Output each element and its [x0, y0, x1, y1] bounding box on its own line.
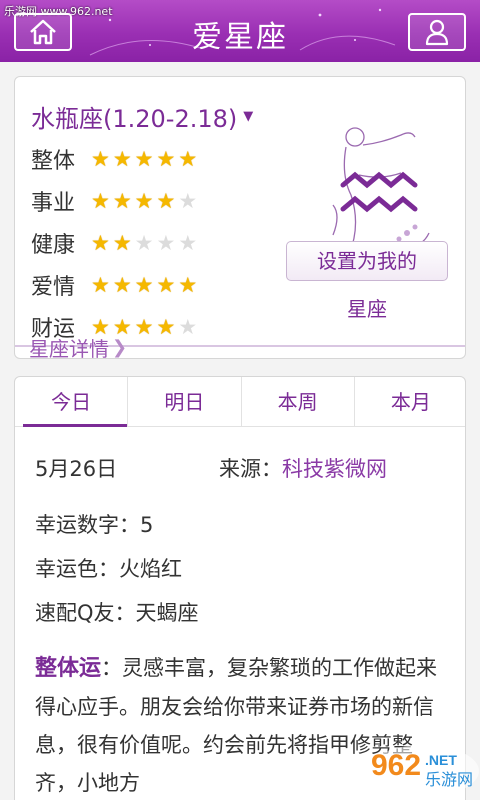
- star-empty-icon: ★: [156, 230, 176, 255]
- fortune-date: 5月26日: [35, 457, 118, 481]
- zodiac-card: 水瓶座(1.20-2.18) ▼ 整体 ★ ★ ★ ★ ★ 事业 ★ ★ ★ ★ ★ 健康 ★ ★…: [14, 76, 466, 359]
- star-empty-icon: ★: [178, 230, 198, 255]
- rating-row-career: 事业 ★ ★ ★ ★ ★: [31, 185, 197, 217]
- lucky-number: 幸运数字：5: [35, 513, 154, 537]
- star-rating: ★ ★ ★ ★ ★: [91, 230, 198, 255]
- match-friend: 速配Q友：天蝎座: [35, 601, 199, 625]
- app-header: 乐游网 www.962.net 爱星座: [0, 0, 480, 62]
- star-rating: ★ ★ ★ ★ ★: [91, 188, 198, 213]
- chevron-right-icon: ❯: [112, 337, 128, 358]
- star-filled-icon: ★: [112, 230, 132, 255]
- star-filled-icon: ★: [91, 272, 110, 297]
- tab-this-month[interactable]: 本月: [355, 377, 465, 426]
- star-rating: ★ ★ ★ ★ ★: [91, 146, 198, 171]
- watermark-brand: 962: [371, 749, 421, 782]
- star-filled-icon: ★: [156, 188, 176, 213]
- set-my-zodiac-button-continued[interactable]: 星座: [286, 293, 448, 322]
- zodiac-details-link[interactable]: 星座详情 ❯: [29, 333, 128, 359]
- star-filled-icon: ★: [112, 146, 132, 171]
- star-empty-icon: ★: [178, 314, 198, 339]
- period-tabs: 今日 明日 本周 本月: [15, 377, 465, 427]
- star-filled-icon: ★: [134, 314, 154, 339]
- set-my-zodiac-button[interactable]: 设置为我的: [286, 241, 448, 281]
- zodiac-selector[interactable]: 水瓶座(1.20-2.18) ▼: [31, 99, 253, 134]
- rating-row-love: 爱情 ★ ★ ★ ★ ★: [31, 269, 197, 301]
- star-filled-icon: ★: [112, 188, 132, 213]
- fortune-card: 今日 明日 本周 本月 5月26日 来源：科技紫微网 幸运数字：5 幸运色：火焰…: [14, 376, 466, 800]
- rating-label: 爱情: [31, 275, 76, 300]
- rating-row-overall: 整体 ★ ★ ★ ★ ★: [31, 143, 197, 175]
- star-filled-icon: ★: [91, 188, 110, 213]
- source-label: 来源：: [219, 457, 282, 481]
- rating-label: 事业: [31, 191, 76, 216]
- star-filled-icon: ★: [112, 272, 132, 297]
- star-filled-icon: ★: [178, 272, 198, 297]
- fortune-source: 来源：科技紫微网: [219, 453, 387, 483]
- lucky-color: 幸运色：火焰红: [35, 557, 182, 581]
- rating-row-health: 健康 ★ ★ ★ ★ ★: [31, 227, 197, 259]
- star-filled-icon: ★: [134, 146, 154, 171]
- details-link-label: 星座详情: [29, 337, 109, 359]
- user-button[interactable]: [408, 13, 466, 51]
- tab-this-week[interactable]: 本周: [242, 377, 355, 426]
- tab-today[interactable]: 今日: [15, 377, 129, 427]
- star-filled-icon: ★: [156, 272, 176, 297]
- star-rating: ★ ★ ★ ★ ★: [91, 272, 198, 297]
- rating-label: 健康: [31, 233, 76, 258]
- star-filled-icon: ★: [91, 146, 110, 171]
- caret-down-icon: ▼: [243, 109, 254, 124]
- watermark-name: 乐游网: [425, 770, 473, 789]
- rating-label: 整体: [31, 149, 76, 174]
- star-filled-icon: ★: [156, 146, 176, 171]
- star-empty-icon: ★: [134, 230, 154, 255]
- zodiac-sign-label: 水瓶座(1.20-2.18): [31, 105, 238, 133]
- star-filled-icon: ★: [178, 146, 198, 171]
- star-filled-icon: ★: [134, 272, 154, 297]
- star-filled-icon: ★: [134, 188, 154, 213]
- site-logo-watermark: 962 .NET 乐游网: [367, 745, 479, 797]
- source-value[interactable]: 科技紫微网: [282, 457, 387, 481]
- star-filled-icon: ★: [156, 314, 176, 339]
- watermark-suffix: .NET: [425, 752, 457, 768]
- star-empty-icon: ★: [178, 188, 198, 213]
- tab-tomorrow[interactable]: 明日: [128, 377, 242, 426]
- star-filled-icon: ★: [91, 230, 110, 255]
- user-icon: [425, 19, 449, 46]
- overall-fortune-heading: 整体运: [35, 656, 102, 681]
